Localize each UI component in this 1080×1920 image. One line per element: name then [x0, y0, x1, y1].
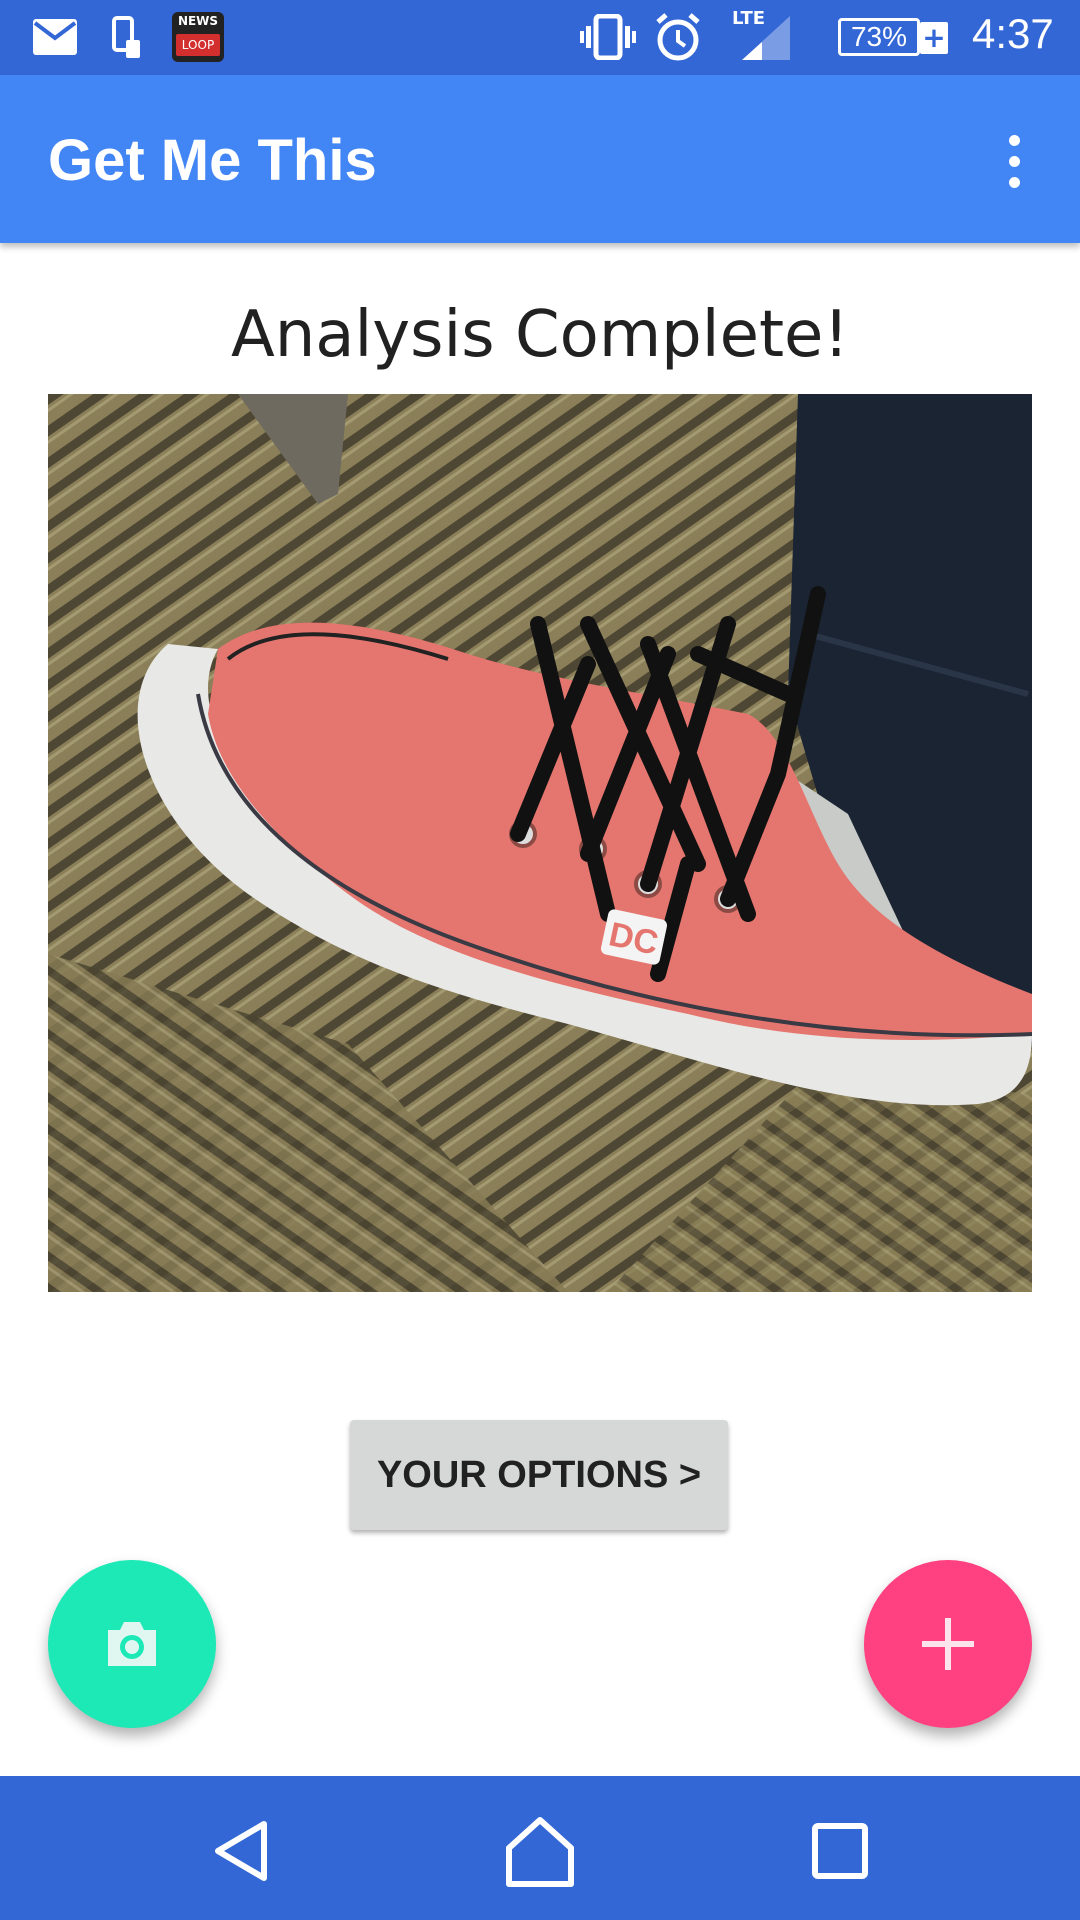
- your-options-button[interactable]: YOUR OPTIONS >: [350, 1420, 728, 1530]
- screen: NEWS LOOP LTE 73% + 4:37 Get Me This Ana…: [0, 0, 1080, 1920]
- recents-icon[interactable]: [795, 1806, 885, 1896]
- battery-icon: 73%: [838, 18, 920, 56]
- navigation-bar: [0, 1776, 1080, 1920]
- back-icon[interactable]: [196, 1806, 286, 1896]
- menu-dot: [1009, 177, 1020, 188]
- vibrate-icon: [580, 14, 636, 60]
- add-fab[interactable]: [864, 1560, 1032, 1728]
- news-badge-bottom: LOOP: [176, 34, 220, 56]
- analysis-headline: Analysis Complete!: [230, 298, 850, 372]
- app-title: Get Me This: [48, 128, 377, 193]
- clock: 4:37: [972, 10, 1054, 57]
- plus-icon: [922, 1618, 974, 1670]
- more-vert-icon[interactable]: [990, 133, 1038, 189]
- home-icon[interactable]: [495, 1806, 585, 1896]
- alarm-icon: [656, 13, 700, 61]
- app-bar: Get Me This: [0, 75, 1080, 243]
- phone-sync-icon: [112, 16, 140, 58]
- charging-icon: +: [920, 22, 948, 54]
- news-badge-top: NEWS: [177, 14, 219, 28]
- shoe-photo-illustration: DC: [48, 394, 1032, 1292]
- signal-icon: [742, 16, 790, 60]
- shoe-photo: DC: [48, 394, 1032, 1292]
- mail-icon: [33, 19, 77, 55]
- camera-fab[interactable]: [48, 1560, 216, 1728]
- camera-icon: [108, 1622, 156, 1666]
- status-bar: NEWS LOOP LTE 73% + 4:37: [0, 0, 1080, 75]
- menu-dot: [1009, 135, 1020, 146]
- menu-dot: [1009, 156, 1020, 167]
- news-loop-icon: NEWS LOOP: [172, 12, 224, 62]
